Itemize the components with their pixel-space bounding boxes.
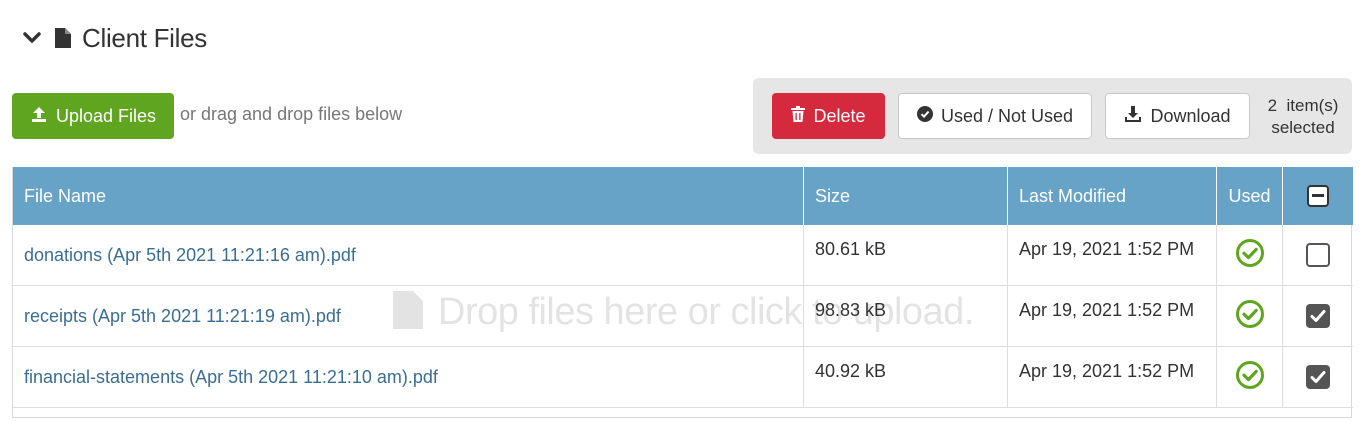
download-button[interactable]: Download [1105, 93, 1250, 139]
used-cell [1217, 225, 1283, 285]
column-header-used[interactable]: Used [1217, 167, 1283, 225]
selected-count: 2 item(s) selected [1258, 95, 1348, 139]
delete-label: Delete [813, 105, 866, 126]
column-header-last-modified[interactable]: Last Modified [1008, 167, 1217, 225]
chevron-down-icon[interactable] [22, 28, 42, 48]
last-modified: Apr 19, 2021 1:52 PM [1008, 286, 1217, 346]
row-select-cell [1283, 225, 1353, 285]
table-header: File Name Size Last Modified Used [13, 167, 1353, 225]
delete-button[interactable]: Delete [772, 93, 885, 139]
bulk-actions-bar: Delete Used / Not Used Download 2 item(s… [753, 78, 1352, 154]
select-all-checkbox[interactable] [1307, 185, 1329, 207]
used-check-circle-icon[interactable] [1235, 360, 1265, 395]
section-header: Client Files [22, 20, 207, 56]
row-select-cell [1283, 347, 1353, 407]
file-size: 40.92 kB [804, 347, 1008, 407]
table-row: donations (Apr 5th 2021 11:21:16 am).pdf… [13, 225, 1353, 286]
table-row: financial-statements (Apr 5th 2021 11:21… [13, 347, 1353, 408]
select-all-cell [1283, 167, 1353, 225]
file-name-link[interactable]: financial-statements (Apr 5th 2021 11:21… [13, 347, 804, 407]
upload-icon [30, 105, 48, 128]
column-header-size[interactable]: Size [804, 167, 1008, 225]
files-table: File Name Size Last Modified Used donati… [12, 167, 1353, 418]
upload-files-label: Upload Files [55, 105, 157, 126]
row-checkbox[interactable] [1306, 304, 1330, 328]
row-select-cell [1283, 286, 1353, 346]
download-label: Download [1150, 105, 1231, 126]
row-checkbox[interactable] [1306, 243, 1330, 267]
download-icon [1124, 105, 1142, 128]
trash-icon [791, 105, 806, 127]
used-not-used-button[interactable]: Used / Not Used [898, 93, 1092, 139]
used-check-circle-icon[interactable] [1235, 238, 1265, 273]
check-circle-icon [916, 105, 933, 127]
file-icon [54, 26, 74, 50]
last-modified: Apr 19, 2021 1:52 PM [1008, 347, 1217, 407]
upload-files-button[interactable]: Upload Files [12, 93, 174, 139]
table-row: receipts (Apr 5th 2021 11:21:19 am).pdf 9… [13, 286, 1353, 347]
last-modified: Apr 19, 2021 1:52 PM [1008, 225, 1217, 285]
used-check-circle-icon[interactable] [1235, 299, 1265, 334]
file-name-link[interactable]: receipts (Apr 5th 2021 11:21:19 am).pdf [13, 286, 804, 346]
used-cell [1217, 347, 1283, 407]
column-header-file-name[interactable]: File Name [13, 167, 804, 225]
selected-text: selected [1271, 118, 1335, 137]
file-name-link[interactable]: donations (Apr 5th 2021 11:21:16 am).pdf [13, 225, 804, 285]
used-not-used-label: Used / Not Used [940, 105, 1074, 126]
selected-number: 2 [1267, 96, 1278, 115]
file-size: 98.83 kB [804, 286, 1008, 346]
upload-hint: or drag and drop files below [180, 104, 403, 124]
table-body: donations (Apr 5th 2021 11:21:16 am).pdf… [13, 225, 1353, 408]
selected-suffix: item(s) [1286, 96, 1339, 115]
row-checkbox[interactable] [1306, 365, 1330, 389]
used-cell [1217, 286, 1283, 346]
section-title: Client Files [82, 22, 207, 53]
file-size: 80.61 kB [804, 225, 1008, 285]
